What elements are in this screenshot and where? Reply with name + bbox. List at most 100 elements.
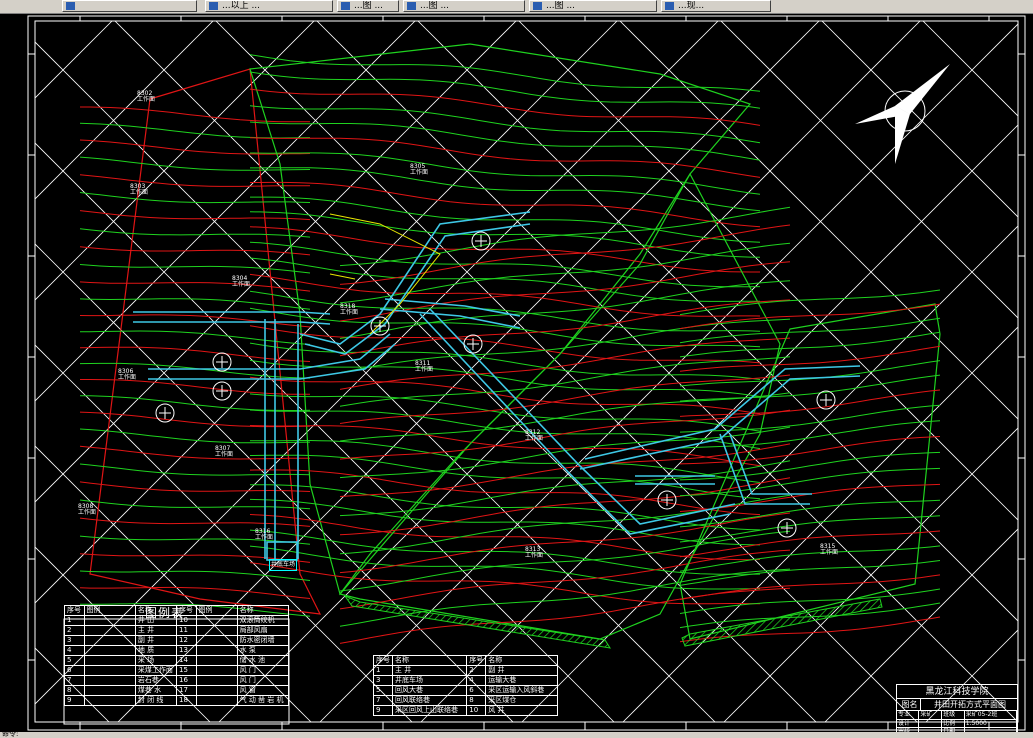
table-row: 4 地 质 13 水 泵 <box>64 645 290 656</box>
taskbar-tab-1[interactable] <box>62 0 197 12</box>
table-cell: 9 <box>373 705 393 716</box>
table-cell: 储 水 池 <box>236 655 290 666</box>
taskbar-tab-label: ...现... <box>678 1 705 11</box>
contour-line <box>679 331 941 358</box>
block-label: 8311 工作面 <box>415 360 434 373</box>
contour-line <box>79 174 311 187</box>
title-block: 黑龙江科技学院 图名 井田开拓方式平面图 专业 采矿 班级 采矿05-2班 设计 比例 1:… <box>896 684 1018 732</box>
table-header-cell: 序号 <box>373 655 393 666</box>
shaft-bottom-label: 井底车场 <box>269 559 297 571</box>
table-row: 6 采煤工作面 15 风 门 <box>64 665 290 676</box>
command-prompt: 命令: <box>2 730 19 738</box>
block-label: 8312 工作面 <box>525 429 544 442</box>
table-cell <box>83 635 136 646</box>
table-cell: 主 井 <box>391 665 468 676</box>
block-label: 8315 工作面 <box>820 543 839 556</box>
table-cell <box>195 645 238 656</box>
table-cell <box>83 625 136 636</box>
table-cell: 5 <box>64 655 85 666</box>
table-cell <box>83 615 136 626</box>
grid-line <box>821 21 1018 218</box>
grid-line <box>925 629 1018 722</box>
table-cell: 封 闭 线 <box>134 695 177 706</box>
table-cell: 3 <box>373 675 393 686</box>
drawing-name: 井田开拓方式平面图 <box>934 700 1006 709</box>
table-cell: 运输大巷 <box>485 675 558 686</box>
drawing-name-label: 图名 <box>899 699 921 711</box>
table-cell: 7 <box>373 695 393 706</box>
taskbar-tab-label: ...以上 ... <box>222 1 261 11</box>
table-row: 9 封 闭 线 18 气 动 凿 岩 机 <box>64 695 290 706</box>
notes-table: 序号 名称 序号 名称 1 主 井2副 井 3 井底车场 4 运输大巷 5 回风大巷 6 采区运输入风斜巷… <box>373 655 558 716</box>
contour-line <box>679 560 941 586</box>
taskbar: ...以上 ... ...图 ... ...图 ... ...图 ... ...… <box>0 0 1033 14</box>
app-icon <box>407 2 416 10</box>
taskbar-tab-2[interactable]: ...以上 ... <box>205 0 333 12</box>
grid-line <box>0 14 18 732</box>
contour-line <box>79 298 311 310</box>
table-cell: 17 <box>175 685 197 696</box>
table-cell: 风 窗 <box>236 685 290 696</box>
table-cell: 采煤工作面 <box>134 665 177 676</box>
title-block-cell: 专业 <box>897 711 920 720</box>
contour-line <box>249 71 761 109</box>
table-cell <box>195 635 238 646</box>
contour-line <box>79 156 311 171</box>
table-cell: 防水密闭墙 <box>236 635 290 646</box>
title-block-grid: 专业 采矿 班级 采矿05-2班 设计 比例 1:5000 审核 日期 <box>897 711 1018 732</box>
title-block-cell: 采矿 <box>918 711 943 720</box>
table-header-cell: 序号 <box>64 605 85 616</box>
taskbar-tab-5[interactable]: ...图 ... <box>529 0 657 12</box>
table-cell <box>195 615 238 626</box>
table-cell <box>83 655 136 666</box>
contour-line <box>679 467 941 497</box>
table-cell <box>195 665 238 676</box>
taskbar-tab-4[interactable]: ...图 ... <box>403 0 525 12</box>
table-cell: 5 <box>373 685 393 696</box>
table-cell: 风 门 <box>236 675 290 686</box>
table-cell: 井 田 <box>134 615 177 626</box>
taskbar-tab-3[interactable]: ...图 ... <box>337 0 399 12</box>
contour-line <box>249 514 761 561</box>
table-cell: 16 <box>175 675 197 686</box>
contour-line <box>339 409 791 460</box>
contour-line <box>339 443 791 497</box>
block-label: 8313 工作面 <box>525 546 544 559</box>
contour-line <box>79 139 311 155</box>
table-cell: 10 <box>466 705 487 716</box>
table-cell: 7 <box>64 675 85 686</box>
table-row: 1主 井2副 井 <box>373 665 558 676</box>
table-row: 7 回风联络巷 8 采区煤仓 <box>373 695 558 706</box>
contour-line <box>249 105 761 144</box>
table-cell: 8 <box>64 685 85 696</box>
table-cell: 6 <box>466 685 487 696</box>
block-label: 8303 工作面 <box>130 183 149 196</box>
command-line[interactable]: 命令: <box>0 730 1033 738</box>
table-cell <box>195 625 238 636</box>
table-cell: 主 井 <box>134 625 177 636</box>
table-row: 5 采 场 14 储 水 池 <box>64 655 290 666</box>
taskbar-tab-6[interactable]: ...现... <box>661 0 771 12</box>
table-cell <box>195 685 238 696</box>
contour-line <box>679 360 941 387</box>
table-cell: 8 <box>466 695 487 706</box>
block-label: 8304 工作面 <box>232 275 251 288</box>
table-cell: 1 <box>373 665 393 676</box>
app-icon <box>665 2 674 10</box>
table-cell: 4 <box>466 675 487 686</box>
table-row: 3 副 井 12 防水密闭墙 <box>64 635 290 646</box>
contour-line <box>250 196 761 243</box>
table-header-cell: 名称 <box>236 605 290 616</box>
table-cell <box>195 675 238 686</box>
table-cell: 煤巷 水 <box>134 685 177 696</box>
table-row: 2 主 井 11 局部风扇 <box>64 625 290 636</box>
table-header-cell: 名称 <box>134 605 177 616</box>
table-cell: 井底车场 <box>391 675 468 686</box>
table-cell: 回风大巷 <box>391 685 468 696</box>
table-cell: 采区煤仓 <box>485 695 558 706</box>
cad-drawing-canvas[interactable]: 8302 工作面 8303 工作面 8304 工作面 8305 工作面 8306… <box>0 14 1033 732</box>
app-icon <box>209 2 218 10</box>
title-block-cell: 1:5000 <box>964 719 1018 728</box>
table-row: 7 岩石巷 16 风 门 <box>64 675 290 686</box>
table-cell: 14 <box>175 655 197 666</box>
